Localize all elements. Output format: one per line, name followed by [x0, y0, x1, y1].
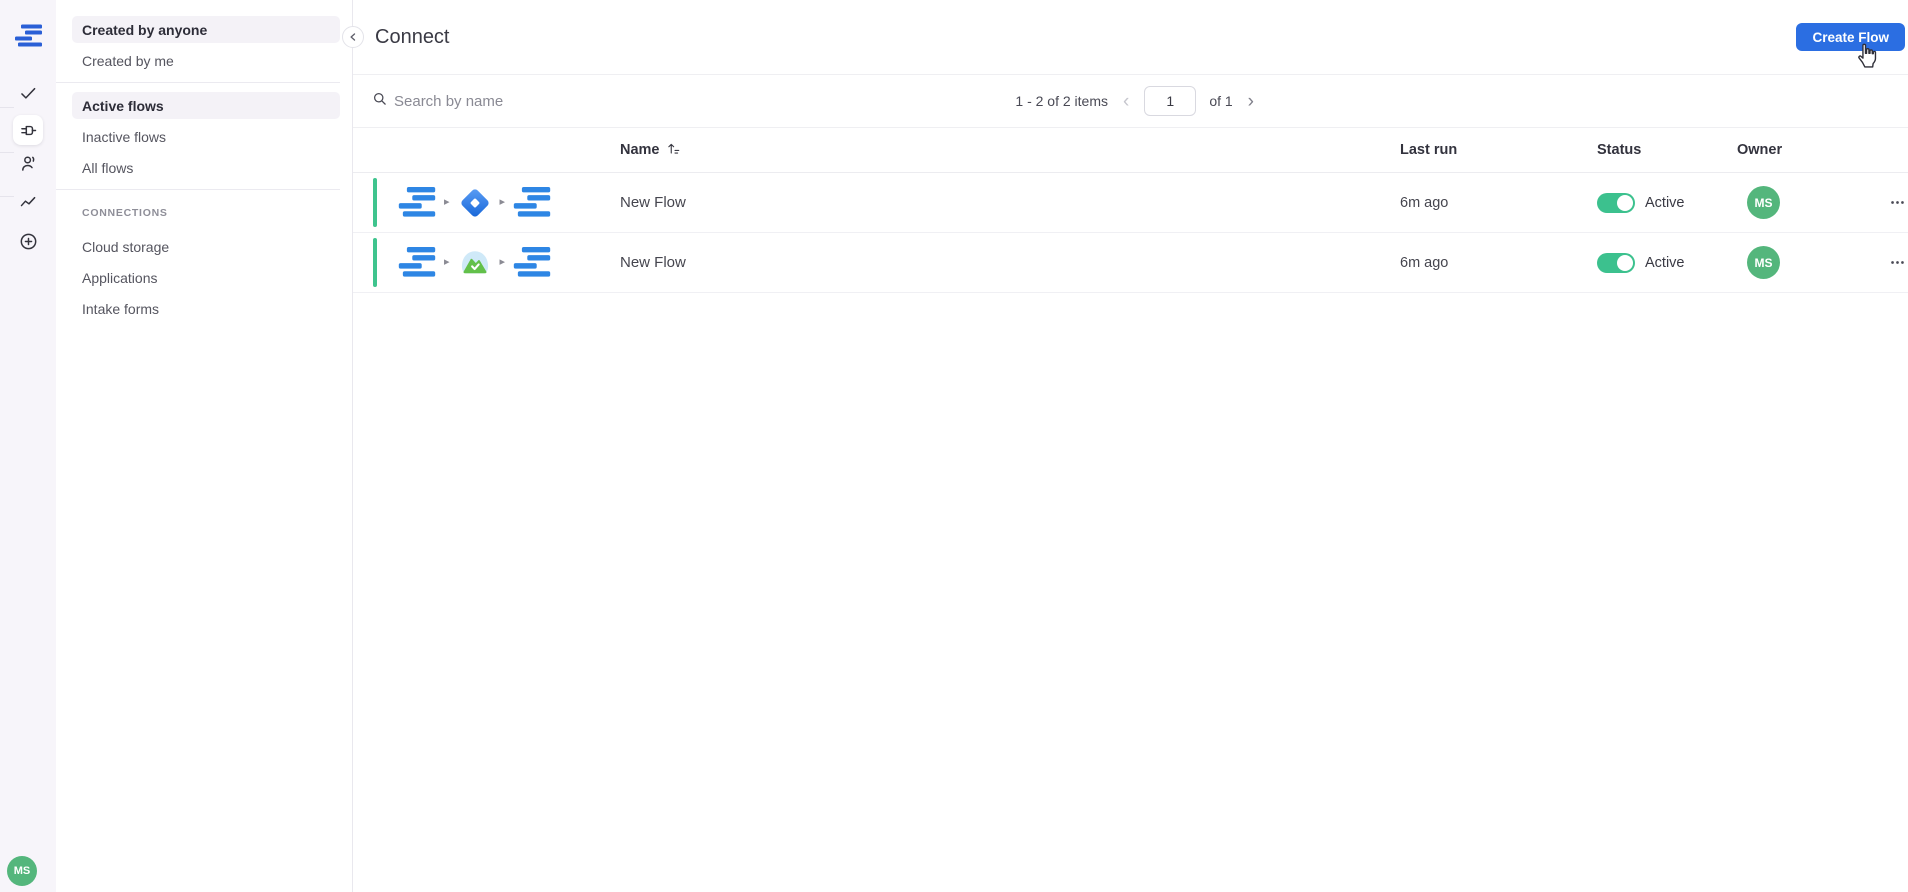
flatfile-logo-icon[interactable]	[14, 22, 42, 50]
app-window: MS Created by anyone Created by me Activ…	[0, 0, 1908, 892]
tasks-nav-item[interactable]	[13, 78, 43, 108]
flow-owner-cell: MS	[1737, 246, 1845, 279]
column-header-name-label: Name	[620, 142, 660, 158]
status-toggle[interactable]	[1597, 192, 1635, 213]
page-number-input[interactable]	[1144, 86, 1197, 116]
flow-last-run: 6m ago	[1400, 254, 1449, 271]
flow-path-cell: ▸ ▸	[353, 186, 620, 220]
row-overflow-menu-button[interactable]	[1883, 189, 1908, 217]
sidebar-item-applications[interactable]: Applications	[72, 264, 340, 291]
sidebar-item-created-by-me[interactable]: Created by me	[72, 47, 340, 74]
page-title: Connect	[375, 25, 450, 48]
plus-circle-icon	[20, 233, 36, 249]
rail-divider	[0, 107, 14, 108]
owner-avatar[interactable]: MS	[1747, 186, 1780, 219]
toggle-knob	[1617, 254, 1633, 271]
column-header-owner[interactable]: Owner	[1737, 142, 1845, 158]
line-chart-icon	[20, 196, 35, 206]
rail-divider	[0, 152, 14, 153]
rail-divider	[0, 196, 14, 197]
chevron-right-icon: ▸	[444, 196, 450, 208]
flow-owner-cell: MS	[1737, 186, 1845, 219]
search-icon	[372, 91, 387, 111]
connect-nav-item[interactable]	[13, 115, 43, 145]
table-toolbar: 1 - 2 of 2 items ‹ of 1 ›	[353, 75, 1908, 128]
active-accent-bar	[373, 238, 377, 287]
chevron-right-icon: ▸	[499, 196, 506, 208]
column-header-status[interactable]: Status	[1597, 142, 1737, 158]
column-header-name[interactable]: Name	[620, 141, 1400, 160]
flow-last-run: 6m ago	[1400, 194, 1449, 211]
sidebar-divider	[56, 189, 340, 190]
filters-sidebar: Created by anyone Created by me Active f…	[56, 0, 353, 892]
sidebar-item-intake-forms[interactable]: Intake forms	[72, 295, 340, 322]
status-toggle[interactable]	[1597, 252, 1635, 273]
sidebar-divider	[56, 82, 340, 83]
flow-path-cell: ▸ ▸	[353, 246, 620, 280]
people-icon	[21, 155, 34, 171]
connections-section-label: CONNECTIONS	[82, 207, 168, 219]
users-nav-item[interactable]	[13, 148, 43, 178]
row-overflow-menu-button[interactable]	[1883, 249, 1908, 277]
jira-icon	[460, 188, 489, 217]
user-avatar[interactable]: MS	[7, 856, 37, 886]
flatfile-icon	[513, 187, 551, 217]
flow-name[interactable]: New Flow	[620, 194, 1400, 211]
pagination-of-label: of 1	[1209, 93, 1233, 109]
sidebar-item-created-by-anyone[interactable]: Created by anyone	[72, 16, 340, 43]
sidebar-collapse-button[interactable]	[342, 26, 364, 48]
sidebar-item-inactive-flows[interactable]: Inactive flows	[72, 123, 340, 150]
status-label: Active	[1645, 194, 1685, 211]
flow-status-cell: Active	[1597, 252, 1737, 273]
page-header: Connect Create Flow	[342, 0, 1908, 75]
owner-avatar[interactable]: MS	[1747, 246, 1780, 279]
icon-rail: MS	[0, 0, 56, 892]
flatfile-icon	[398, 187, 436, 217]
sidebar-item-active-flows[interactable]: Active flows	[72, 92, 340, 119]
pagination-summary: 1 - 2 of 2 items	[1015, 93, 1108, 109]
toggle-knob	[1617, 194, 1633, 211]
table-header-row: Name Last run Status Owner	[353, 128, 1908, 173]
rail-nav	[0, 50, 56, 256]
flatfile-icon	[398, 247, 436, 277]
flow-name[interactable]: New Flow	[620, 254, 1400, 271]
plug-icon	[20, 125, 36, 135]
chevron-left-icon	[350, 33, 356, 41]
pagination-next-button[interactable]: ›	[1246, 92, 1256, 111]
ellipsis-icon	[1890, 261, 1904, 264]
table-row[interactable]: ▸ ▸ New Flow 6m ago Active MS	[353, 233, 1908, 293]
chevron-right-icon: ▸	[444, 256, 450, 268]
activity-nav-item[interactable]	[13, 187, 43, 217]
pagination-prev-button[interactable]: ‹	[1121, 92, 1131, 111]
status-label: Active	[1645, 254, 1685, 271]
search-input[interactable]	[394, 92, 814, 110]
sidebar-item-all-flows[interactable]: All flows	[72, 154, 340, 181]
active-accent-bar	[373, 178, 377, 227]
basecamp-icon	[461, 250, 488, 273]
table-row[interactable]: ▸ ▸ New Flow 6m ago Active MS	[353, 173, 1908, 233]
flatfile-icon	[513, 247, 551, 277]
add-nav-item[interactable]	[13, 226, 43, 256]
ellipsis-icon	[1890, 201, 1904, 204]
main-content: Connect Create Flow 1 - 2 of 2 items ‹ o…	[342, 0, 1908, 892]
create-flow-button[interactable]: Create Flow	[1796, 23, 1905, 51]
chevron-right-icon: ▸	[499, 256, 506, 268]
sort-ascending-icon[interactable]	[666, 141, 681, 160]
pagination: 1 - 2 of 2 items ‹ of 1 ›	[1015, 86, 1256, 116]
check-icon	[20, 87, 35, 99]
column-header-last-run[interactable]: Last run	[1400, 142, 1597, 158]
flow-status-cell: Active	[1597, 192, 1737, 213]
sidebar-item-cloud-storage[interactable]: Cloud storage	[72, 233, 340, 260]
